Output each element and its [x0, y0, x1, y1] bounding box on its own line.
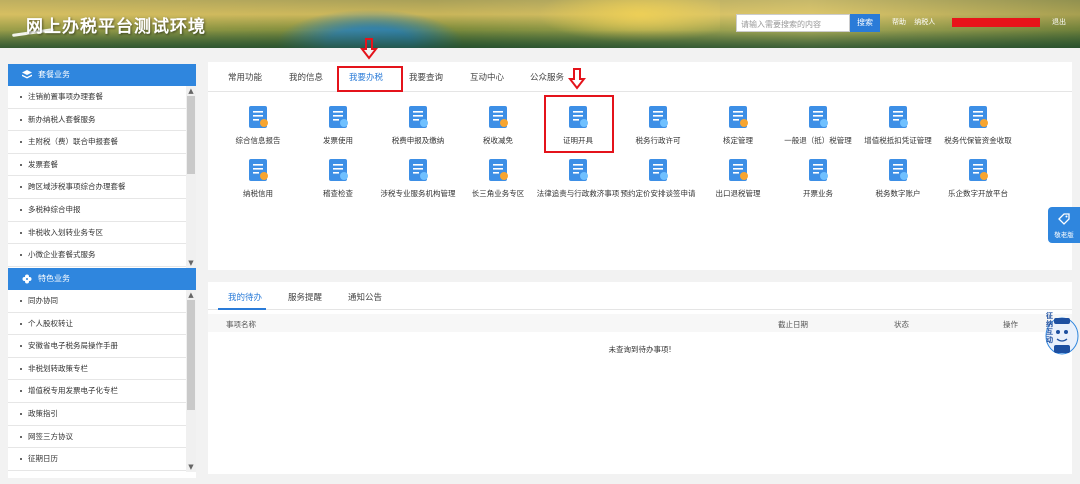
function-label: 乐企数字开放平台 — [948, 189, 1008, 198]
sidebar-item[interactable]: 征期日历 — [8, 448, 186, 471]
tab-highlight-box — [337, 66, 403, 92]
arrow-down-icon — [360, 38, 378, 60]
task-table-header: 事项名称 截止日期 状态 操作 — [208, 314, 1072, 332]
tasks-panel: 我的待办 服务提醒 通知公告 事项名称 截止日期 状态 操作 未查询到待办事项! — [208, 282, 1072, 474]
flower-icon — [22, 274, 32, 284]
empty-message: 未查询到待办事项! — [608, 345, 672, 354]
refund-icon — [809, 106, 828, 128]
scroll-up-icon[interactable]: ▲ — [187, 291, 195, 299]
digital-account-icon — [889, 159, 908, 181]
logout-link[interactable]: 退出 — [1052, 17, 1066, 27]
package-list: 注销前置事项办理套餐 新办纳税人套餐服务 主附税（费）联合申报套餐 发票套餐 跨… — [8, 86, 196, 268]
column-header: 事项名称 — [226, 320, 256, 329]
search-input[interactable]: 请输入需要搜索的内容 — [736, 14, 850, 32]
certificate-icon — [569, 106, 588, 128]
arrow-down-icon — [568, 68, 586, 90]
header-banner: 网上办税平台测试环境 请输入需要搜索的内容 搜索 帮助 纳税人 退出 — [0, 0, 1080, 48]
fund-icon — [969, 106, 988, 128]
scroll-up-icon[interactable]: ▲ — [187, 87, 195, 95]
sidebar-item[interactable]: 多税种综合申报 — [8, 199, 186, 222]
report-icon — [249, 106, 268, 128]
elder-mode-button[interactable]: 敬老版 — [1048, 207, 1080, 243]
tax-declare-icon — [409, 106, 428, 128]
sidebar-item[interactable]: 跨区域涉税事项综合办理套餐 — [8, 176, 186, 199]
taxpayer-link[interactable]: 纳税人 — [914, 18, 935, 26]
yangtze-zone-icon — [489, 159, 508, 181]
sidebar-item[interactable]: 小微企业套餐式服务 — [8, 244, 186, 267]
main-tabs: 常用功能 我的信息 我要办税 我要查询 互动中心 公众服务 — [208, 62, 1072, 92]
function-panel: 常用功能 我的信息 我要办税 我要查询 互动中心 公众服务 综合信息报告 发票使用… — [208, 62, 1072, 270]
function-label: 税务代保管资金收取 — [944, 136, 1012, 145]
sidebar-item[interactable]: 个人股权转让 — [8, 313, 186, 336]
scroll-thumb[interactable] — [187, 96, 195, 174]
sidebar-item[interactable]: 注销前置事项办理套餐 — [8, 86, 186, 109]
tab-my-todo[interactable]: 我的待办 — [228, 291, 262, 303]
section-title: 特色业务 — [38, 274, 70, 283]
sidebar-item[interactable]: 网签三方协议 — [8, 426, 186, 449]
sidebar-item[interactable]: 新办纳税人套餐服务 — [8, 109, 186, 132]
redacted-user-name — [952, 18, 1040, 27]
search-button[interactable]: 搜索 — [850, 14, 880, 32]
permit-chart-icon — [649, 106, 668, 128]
inspection-icon — [329, 159, 348, 181]
sidebar-item[interactable]: 安徽省电子税务局操作手册 — [8, 335, 186, 358]
scroll-down-icon[interactable]: ▼ — [187, 259, 195, 267]
sidebar-item[interactable]: 主附税（费）联合申报套餐 — [8, 131, 186, 154]
pricing-icon — [649, 159, 668, 181]
section-title: 套餐业务 — [38, 70, 70, 79]
sidebar-item[interactable]: 增值税专用发票电子化专栏 — [8, 380, 186, 403]
sidebar-item[interactable]: 非税收入划转业务专区 — [8, 222, 186, 245]
function-item[interactable]: 乐企数字开放平台 — [930, 157, 1026, 199]
invoice-icon — [329, 106, 348, 128]
tab-public-service[interactable]: 公众服务 — [530, 71, 564, 83]
tab-interaction[interactable]: 互动中心 — [470, 71, 504, 83]
credit-user-icon — [249, 159, 268, 181]
tab-my-info[interactable]: 我的信息 — [289, 71, 323, 83]
scrollbar[interactable]: ▲ ▼ — [186, 86, 196, 268]
feature-list: 同办协同 个人股权转让 安徽省电子税务局操作手册 非税划转政策专栏 增值税专用发… — [8, 290, 196, 472]
section-header-package[interactable]: 套餐业务 — [8, 64, 196, 86]
column-header: 截止日期 — [778, 320, 808, 329]
site-title: 网上办税平台测试环境 — [26, 17, 206, 37]
tab-common[interactable]: 常用功能 — [228, 71, 262, 83]
open-platform-icon — [969, 159, 988, 181]
tag-icon — [1058, 213, 1070, 225]
voucher-icon — [889, 106, 908, 128]
tax-relief-icon — [489, 106, 508, 128]
scroll-down-icon[interactable]: ▼ — [187, 463, 195, 471]
agency-icon — [409, 159, 428, 181]
issue-invoice-icon — [809, 159, 828, 181]
robot-label: 征纳互动 — [1046, 312, 1053, 344]
tab-service-reminder[interactable]: 服务提醒 — [288, 291, 322, 303]
sidebar-item[interactable]: 同办协同 — [8, 290, 186, 313]
column-header: 状态 — [894, 320, 909, 329]
assistant-robot[interactable]: 征纳互动 — [1040, 310, 1080, 356]
sidebar-item[interactable]: 发票套餐 — [8, 154, 186, 177]
task-tabs: 我的待办 服务提醒 通知公告 — [208, 282, 1072, 310]
scrollbar[interactable]: ▲ ▼ — [186, 290, 196, 472]
user-links: 帮助 纳税人 — [892, 17, 941, 27]
sidebar: 套餐业务 注销前置事项办理套餐 新办纳税人套餐服务 主附税（费）联合申报套餐 发… — [8, 64, 196, 478]
export-refund-icon — [729, 159, 748, 181]
help-link[interactable]: 帮助 — [892, 18, 906, 26]
verify-icon — [729, 106, 748, 128]
function-item[interactable]: 税务代保管资金收取 — [930, 104, 1026, 146]
tab-query[interactable]: 我要查询 — [409, 71, 443, 83]
active-tab-underline — [218, 308, 266, 310]
sidebar-item[interactable]: 非税划转政策专栏 — [8, 358, 186, 381]
scroll-thumb[interactable] — [187, 300, 195, 410]
elder-mode-label: 敬老版 — [1054, 231, 1074, 239]
tab-notice[interactable]: 通知公告 — [348, 291, 382, 303]
sidebar-item[interactable]: 政策指引 — [8, 403, 186, 426]
section-header-feature[interactable]: 特色业务 — [8, 268, 196, 290]
column-header: 操作 — [1003, 320, 1018, 329]
legal-icon — [569, 159, 588, 181]
package-icon — [22, 70, 32, 79]
